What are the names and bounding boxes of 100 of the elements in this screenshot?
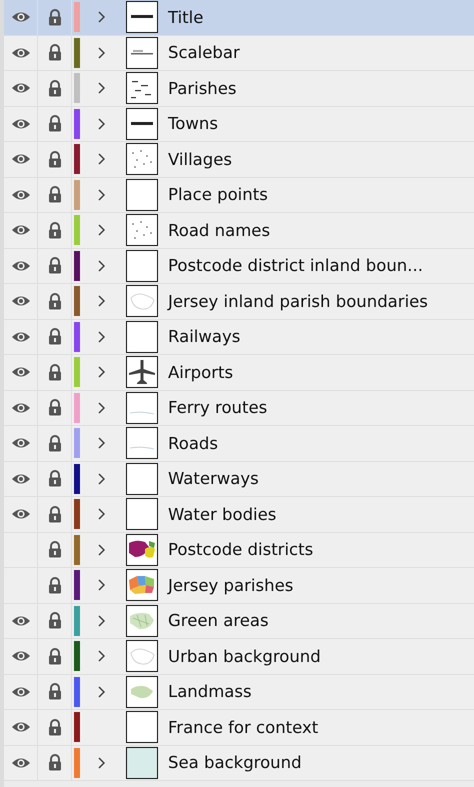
eye-icon[interactable]: [10, 188, 30, 201]
chevron-icon[interactable]: [98, 686, 104, 698]
eye-icon[interactable]: [10, 295, 30, 308]
eye-icon[interactable]: [10, 366, 30, 378]
lock-icon[interactable]: [48, 80, 62, 97]
layer-row[interactable]: Road names: [4, 213, 474, 248]
lock-icon[interactable]: [48, 648, 62, 665]
eye-icon[interactable]: [10, 508, 30, 520]
lock-icon[interactable]: [48, 506, 62, 523]
lock-icon[interactable]: [48, 399, 62, 416]
layer-row[interactable]: Parishes: [4, 71, 474, 106]
chevron-icon[interactable]: [98, 472, 104, 485]
chevron-icon[interactable]: [98, 579, 104, 592]
layer-row[interactable]: Landmass: [4, 674, 474, 710]
lock-icon[interactable]: [48, 257, 62, 274]
chevron-icon[interactable]: [98, 756, 104, 769]
layer-name: Title: [168, 8, 204, 27]
chevron-icon[interactable]: [98, 650, 104, 662]
lock-icon[interactable]: [48, 612, 62, 630]
eye-icon[interactable]: [10, 614, 30, 627]
lock-icon[interactable]: [48, 292, 62, 310]
chevron-icon[interactable]: [98, 118, 104, 130]
lock-icon[interactable]: [48, 470, 62, 488]
lock-icon[interactable]: [48, 150, 62, 168]
chevron-icon[interactable]: [98, 46, 104, 59]
eye-icon[interactable]: [10, 686, 30, 698]
layer-name: Ferry routes: [168, 398, 268, 418]
layer-row[interactable]: Villages: [4, 142, 474, 178]
eye-icon[interactable]: [10, 650, 30, 662]
eye-icon[interactable]: [10, 11, 30, 24]
eye-icon[interactable]: [10, 402, 30, 414]
layer-name: Postcode districts: [168, 540, 314, 560]
chevron-icon[interactable]: [98, 366, 104, 378]
chevron-icon[interactable]: [98, 153, 104, 166]
layer-row[interactable]: Green areas: [4, 604, 474, 639]
chevron-icon[interactable]: [98, 330, 104, 343]
chevron-icon[interactable]: [98, 188, 104, 201]
chevron-icon[interactable]: [98, 544, 104, 556]
lock-icon[interactable]: [48, 364, 62, 381]
chevron-icon[interactable]: [98, 614, 104, 627]
eye-icon[interactable]: [10, 330, 30, 343]
eye-icon[interactable]: [10, 224, 30, 236]
chevron-icon[interactable]: [98, 82, 104, 94]
layer-row[interactable]: Postcode district inland boun...: [4, 248, 474, 284]
layer-name: Parishes: [168, 78, 236, 98]
lock-icon[interactable]: [48, 434, 62, 452]
layer-row[interactable]: Jersey parishes: [4, 568, 474, 604]
layer-name: Scalebar: [168, 43, 240, 62]
layer-row[interactable]: Airports: [4, 355, 474, 390]
lock-icon[interactable]: [48, 754, 62, 772]
eye-icon[interactable]: [10, 472, 30, 485]
eye-icon[interactable]: [10, 118, 30, 130]
lock-icon[interactable]: [48, 186, 62, 204]
layer-name: Green areas: [168, 611, 269, 630]
layer-row[interactable]: Water bodies: [4, 497, 474, 532]
lock-icon[interactable]: [48, 718, 62, 736]
layer-row[interactable]: Place points: [4, 178, 474, 213]
layer-row[interactable]: Title: [4, 0, 474, 36]
chevron-icon[interactable]: [98, 402, 104, 414]
layer-name: Villages: [168, 150, 232, 169]
layer-row[interactable]: France for context: [4, 710, 474, 746]
layer-name: Waterways: [168, 469, 259, 488]
layer-name: Sea background: [168, 753, 302, 772]
lock-icon[interactable]: [48, 683, 62, 700]
eye-icon[interactable]: [10, 756, 30, 769]
layer-row[interactable]: Ferry routes: [4, 390, 474, 426]
layer-row[interactable]: Waterways: [4, 462, 474, 497]
lock-icon[interactable]: [48, 115, 62, 132]
eye-icon[interactable]: [10, 721, 30, 734]
layer-row[interactable]: Jersey inland parish boundaries: [4, 284, 474, 320]
layer-row[interactable]: Postcode districts: [4, 532, 474, 568]
layer-name: Water bodies: [168, 504, 276, 524]
lock-icon[interactable]: [48, 576, 62, 594]
chevron-icon[interactable]: [98, 224, 104, 236]
chevron-icon[interactable]: [98, 11, 104, 24]
chevron-icon[interactable]: [98, 437, 104, 450]
layer-row[interactable]: Sea background: [4, 746, 474, 781]
layer-row[interactable]: Towns: [4, 106, 474, 142]
layer-name: France for context: [168, 718, 318, 737]
eye-icon[interactable]: [10, 437, 30, 450]
layer-row[interactable]: Roads: [4, 426, 474, 462]
lock-icon[interactable]: [48, 541, 62, 558]
lock-icon[interactable]: [48, 8, 62, 26]
chevron-icon[interactable]: [98, 508, 104, 520]
layer-name: Road names: [168, 220, 270, 240]
chevron-icon[interactable]: [98, 295, 104, 308]
layer-name: Landmass: [168, 682, 252, 702]
chevron-icon[interactable]: [98, 260, 104, 272]
lock-icon[interactable]: [48, 222, 62, 239]
lock-icon[interactable]: [48, 44, 62, 62]
layer-row[interactable]: Scalebar: [4, 36, 474, 71]
eye-icon[interactable]: [10, 153, 30, 166]
layer-name: Urban background: [168, 646, 321, 666]
eye-icon[interactable]: [10, 82, 30, 94]
layer-row[interactable]: Railways: [4, 320, 474, 355]
layer-name: Airports: [168, 362, 234, 382]
eye-icon[interactable]: [10, 260, 30, 272]
lock-icon[interactable]: [48, 328, 62, 346]
layer-row[interactable]: Urban background: [4, 639, 474, 674]
eye-icon[interactable]: [10, 46, 30, 59]
